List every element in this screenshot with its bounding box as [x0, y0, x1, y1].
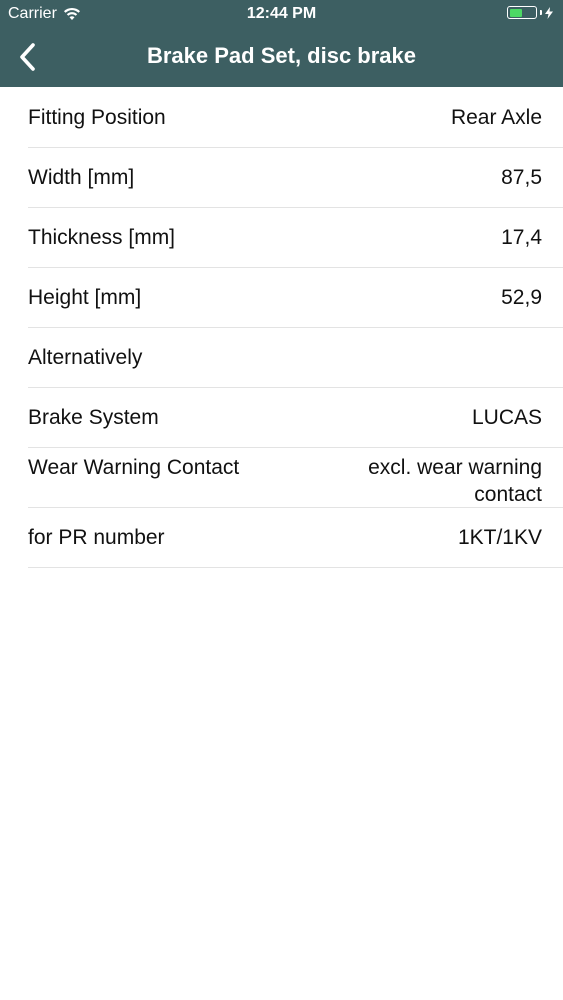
row-label: Width [mm]: [28, 165, 135, 189]
row-value: 1KT/1KV: [457, 525, 542, 549]
battery-tip: [540, 10, 542, 15]
navigation-bar: Brake Pad Set, disc brake: [0, 28, 563, 87]
row-label: Alternatively: [28, 345, 143, 369]
row-value: Rear Axle: [450, 105, 542, 129]
row-alternatively: Alternatively: [28, 328, 563, 388]
row-wear-warning-contact: Wear Warning Contact excl. wear warning …: [28, 448, 563, 508]
row-label: Height [mm]: [28, 285, 142, 309]
row-width: Width [mm] 87,5: [28, 148, 563, 208]
row-label: Fitting Position: [28, 105, 166, 129]
row-value: excl. wear warning contact: [368, 456, 542, 506]
row-label: for PR number: [28, 525, 165, 549]
row-label: Wear Warning Contact: [28, 456, 240, 479]
row-value: LUCAS: [471, 405, 542, 429]
status-bar: Carrier 12:44 PM: [0, 0, 563, 28]
row-value: 52,9: [501, 285, 542, 309]
header: Carrier 12:44 PM Brake Pad Set, disc bra…: [0, 0, 563, 87]
row-thickness: Thickness [mm] 17,4: [28, 208, 563, 268]
charging-bolt-icon: [545, 6, 553, 19]
row-label: Brake System: [28, 405, 159, 429]
battery-indicator: [507, 6, 553, 19]
row-label: Thickness [mm]: [28, 225, 176, 249]
row-brake-system: Brake System LUCAS: [28, 388, 563, 448]
row-height: Height [mm] 52,9: [28, 268, 563, 328]
battery-fill: [509, 8, 522, 17]
page-title: Brake Pad Set, disc brake: [146, 43, 417, 68]
details-list: Fitting Position Rear Axle Width [mm] 87…: [28, 88, 563, 568]
battery-icon: [507, 6, 537, 19]
row-fitting-position: Fitting Position Rear Axle: [28, 88, 563, 148]
row-value: 17,4: [501, 225, 542, 249]
row-pr-number: for PR number 1KT/1KV: [28, 508, 563, 568]
row-value: 87,5: [501, 165, 542, 189]
status-time: 12:44 PM: [246, 5, 317, 22]
